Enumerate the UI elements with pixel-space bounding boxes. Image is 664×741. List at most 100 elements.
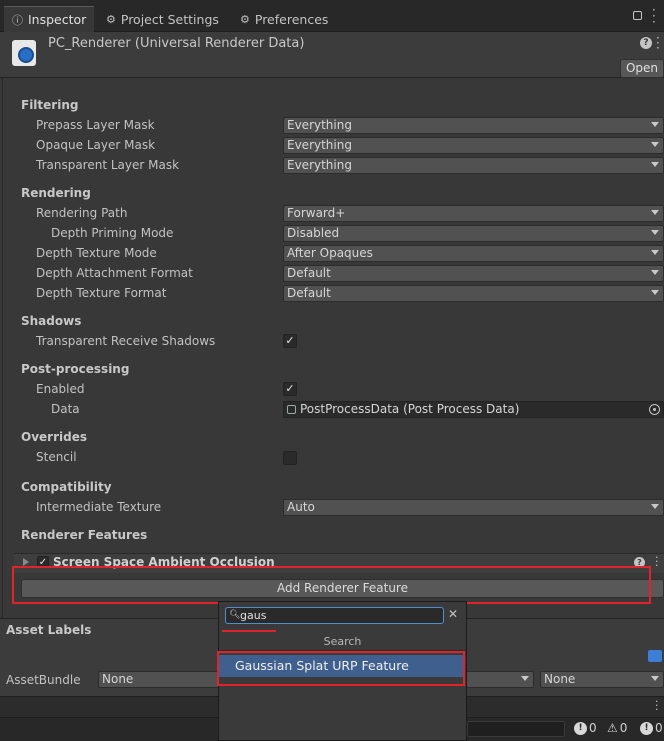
asset-labels-title: Asset Labels <box>6 623 92 637</box>
info-icon: ! <box>640 721 653 735</box>
highlight-underline <box>222 630 276 632</box>
error-icon: ! <box>574 721 587 735</box>
dropdown-value: None <box>102 672 134 686</box>
stencil-checkbox[interactable] <box>283 451 297 465</box>
highlight-add-button <box>12 566 651 604</box>
depth-texture-format-dropdown[interactable]: Default <box>283 285 664 302</box>
console-search-input[interactable] <box>467 721 565 737</box>
pp-enabled-label: Enabled <box>36 382 85 396</box>
foldout-arrow-icon[interactable] <box>23 558 29 566</box>
dropdown-value: Everything <box>287 138 352 152</box>
dropdown-value: Auto <box>287 500 315 514</box>
more-menu-icon[interactable]: · · · <box>655 552 659 571</box>
opaque-dropdown[interactable]: Everything <box>283 137 664 154</box>
gear-icon: ⚙ <box>106 12 116 26</box>
pp-data-label: Data <box>51 402 80 416</box>
transparent-dropdown[interactable]: Everything <box>283 157 664 174</box>
receive-shadows-checkbox[interactable]: ✓ <box>283 334 297 348</box>
variant-dropdown[interactable]: None <box>540 671 664 688</box>
info-count-value: 0 <box>655 721 663 735</box>
chevron-down-icon <box>651 250 659 255</box>
depth-attachment-label: Depth Attachment Format <box>36 266 193 280</box>
tab-inspector[interactable]: ⓘ Inspector <box>4 6 95 32</box>
highlight-result <box>217 651 465 686</box>
pp-data-field[interactable]: PostProcessData (Post Process Data) <box>283 401 664 418</box>
stencil-label: Stencil <box>36 450 77 464</box>
help-icon[interactable]: ? <box>640 37 652 49</box>
depth-attachment-dropdown[interactable]: Default <box>283 265 664 282</box>
intermediate-texture-dropdown[interactable]: Auto <box>283 499 664 516</box>
dropdown-value: Everything <box>287 118 352 132</box>
chevron-down-icon <box>651 270 659 275</box>
dropdown-value: Everything <box>287 158 352 172</box>
chevron-down-icon <box>651 504 659 509</box>
inspector-edge <box>2 78 3 618</box>
chevron-down-icon <box>651 210 659 215</box>
warning-count-value: 0 <box>619 721 628 735</box>
search-icon: 🔍︎ <box>229 610 241 620</box>
chevron-down-icon <box>651 290 659 295</box>
prepass-dropdown[interactable]: Everything <box>283 117 664 134</box>
tab-label: Inspector <box>28 12 87 27</box>
depth-priming-dropdown[interactable]: Disabled <box>283 225 664 242</box>
rendering-path-label: Rendering Path <box>36 206 128 220</box>
chevron-down-icon <box>521 676 529 681</box>
receive-shadows-label: Transparent Receive Shadows <box>36 334 216 348</box>
dropdown-value: Default <box>287 286 331 300</box>
dropdown-value: Forward+ <box>287 206 346 220</box>
opaque-label: Opaque Layer Mask <box>36 138 156 152</box>
renderer-asset-icon <box>12 40 36 66</box>
warning-icon: ⚠ <box>607 721 618 735</box>
pp-enabled-checkbox[interactable]: ✓ <box>283 382 297 396</box>
error-count-value: 0 <box>589 721 597 735</box>
chevron-down-icon <box>651 162 659 167</box>
feature-search-input[interactable]: 🔍︎ gaus <box>225 607 444 624</box>
assetbundle-label: AssetBundle <box>6 673 81 687</box>
dropdown-value: After Opaques <box>287 246 373 260</box>
depth-texture-mode-label: Depth Texture Mode <box>36 246 157 260</box>
section-shadows: Shadows <box>21 314 82 328</box>
asset-title: PC_Renderer (Universal Renderer Data) <box>48 36 305 51</box>
object-picker-icon[interactable] <box>649 404 660 415</box>
open-button[interactable]: Open <box>620 59 664 78</box>
section-postprocessing: Post-processing <box>21 362 130 376</box>
search-input-value: gaus <box>240 609 267 622</box>
error-count[interactable]: ! 0 <box>574 721 597 735</box>
tab-label: Preferences <box>254 11 329 27</box>
rendering-path-dropdown[interactable]: Forward+ <box>283 205 664 222</box>
warning-count[interactable]: ⚠ 0 <box>607 721 627 735</box>
object-field-value: PostProcessData (Post Process Data) <box>300 402 520 416</box>
info-count[interactable]: ! 0 <box>640 721 663 735</box>
dropdown-value: Default <box>287 266 331 280</box>
depth-texture-mode-dropdown[interactable]: After Opaques <box>283 245 664 262</box>
tab-project-settings[interactable]: ⚙ Project Settings <box>98 6 227 32</box>
chevron-down-icon <box>651 676 659 681</box>
section-filtering: Filtering <box>21 98 79 112</box>
label-tag-icon[interactable] <box>648 650 662 662</box>
chevron-down-icon <box>651 122 659 127</box>
popup-header: Search <box>323 635 362 648</box>
assetbundle-dropdown-hidden[interactable] <box>466 671 534 688</box>
gear-icon: ⚙ <box>240 12 250 26</box>
section-rendering: Rendering <box>21 186 91 200</box>
section-renderer-features: Renderer Features <box>21 528 148 542</box>
prepass-label: Prepass Layer Mask <box>36 118 155 132</box>
tab-preferences[interactable]: ⚙ Preferences <box>232 6 336 32</box>
more-menu-icon[interactable]: · · · <box>655 696 659 715</box>
tab-menu-icon[interactable]: · · · <box>652 4 656 28</box>
dropdown-value: None <box>544 672 576 686</box>
chevron-down-icon <box>651 230 659 235</box>
section-overrides: Overrides <box>21 430 87 444</box>
depth-texture-format-label: Depth Texture Format <box>36 286 167 300</box>
depth-priming-label: Depth Priming Mode <box>51 226 174 240</box>
section-compatibility: Compatibility <box>21 480 112 494</box>
more-menu-icon[interactable]: · · · <box>656 32 660 54</box>
intermediate-texture-label: Intermediate Texture <box>36 500 162 514</box>
chevron-down-icon <box>651 142 659 147</box>
lock-icon[interactable] <box>633 11 642 20</box>
asset-file-icon <box>287 405 296 414</box>
assetbundle-dropdown[interactable]: None <box>98 671 220 688</box>
close-icon[interactable]: ✕ <box>448 607 458 621</box>
tab-label: Project Settings <box>120 11 219 27</box>
transparent-label: Transparent Layer Mask <box>36 158 180 172</box>
